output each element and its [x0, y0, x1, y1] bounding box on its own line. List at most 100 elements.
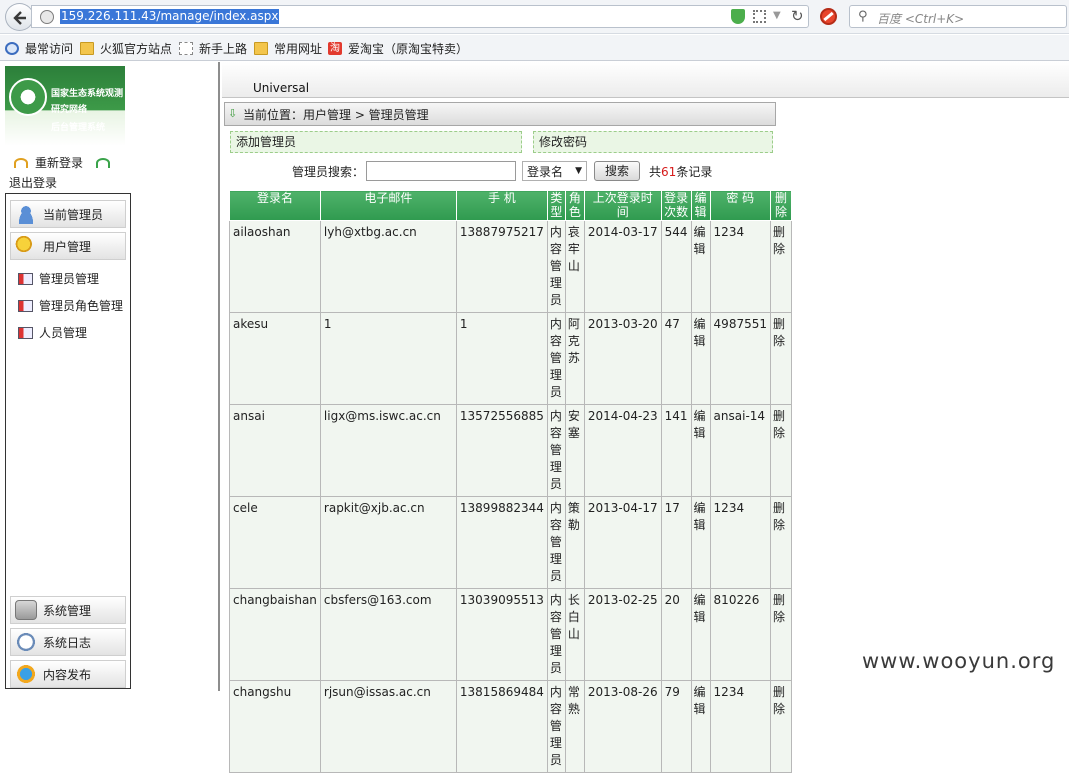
cell-login: changshu	[229, 680, 321, 773]
taobao-icon: 淘	[328, 42, 342, 55]
table-row: ansai ligx@ms.iswc.ac.cn 13572556885 内容管…	[229, 404, 792, 497]
menu-content-publish[interactable]: 内容发布	[10, 660, 126, 688]
edit-link[interactable]: 编辑	[690, 220, 711, 313]
cell-login-count: 17	[660, 496, 692, 589]
logout-link[interactable]: 退出登录	[9, 174, 57, 191]
magnifier-icon	[5, 42, 19, 55]
search-button[interactable]: 搜索	[594, 161, 641, 181]
back-button[interactable]	[5, 3, 34, 31]
cell-phone: 13039095513	[455, 588, 548, 681]
user-icon	[15, 204, 37, 224]
bookmark-ai-taobao[interactable]: 淘 爱淘宝（原淘宝特卖）	[328, 40, 468, 57]
delete-link[interactable]: 删除	[770, 404, 792, 497]
logout-icon[interactable]	[96, 157, 111, 168]
table-header-row: 登录名 电子邮件 手 机 类型 角色 上次登录时间 登录次数 编辑 密 码 删除	[229, 190, 792, 221]
edit-link[interactable]: 编辑	[690, 588, 711, 681]
cell-login-count: 20	[660, 588, 692, 681]
edit-link[interactable]: 编辑	[690, 680, 711, 773]
bookmark-common-sites[interactable]: 常用网址	[254, 40, 322, 57]
change-password-link[interactable]: 修改密码	[533, 131, 773, 153]
count-prefix: 共	[649, 164, 662, 179]
sidebar-item-admin-management[interactable]: 管理员管理	[18, 270, 99, 287]
count-number: 61	[661, 164, 677, 179]
sidebar-item-personnel-management[interactable]: 人员管理	[18, 324, 87, 341]
cell-email: 1	[319, 312, 457, 405]
browser-toolbar: 159.226.111.43/manage/index.aspx ▼ ↻ ⚲ 百…	[0, 0, 1069, 34]
cell-email: lyh@xtbg.ac.cn	[319, 220, 457, 313]
menu-system-log[interactable]: 系统日志	[10, 628, 126, 656]
url-text[interactable]: 159.226.111.43/manage/index.aspx	[60, 9, 280, 24]
header-email[interactable]: 电子邮件	[319, 190, 457, 221]
menu-label: 内容发布	[43, 667, 92, 682]
record-count: 共61条记录	[649, 163, 712, 180]
header-last-login[interactable]: 上次登录时间	[583, 190, 662, 221]
menu-current-admin[interactable]: 当前管理员	[10, 200, 126, 228]
cell-last-login: 2013-03-20	[583, 312, 662, 405]
menu-label: 系统管理	[43, 603, 92, 618]
delete-link[interactable]: 删除	[770, 220, 792, 313]
cell-login-count: 47	[660, 312, 692, 405]
bookmark-firefox-site[interactable]: 火狐官方站点	[80, 40, 172, 57]
header-phone[interactable]: 手 机	[455, 190, 548, 221]
cell-role: 哀牢山	[564, 220, 585, 313]
select-value: 登录名	[527, 164, 564, 179]
relogin-icon[interactable]	[14, 157, 28, 168]
header-role[interactable]: 角色	[564, 190, 585, 221]
cell-phone: 13887975217	[455, 220, 548, 313]
folder-icon	[80, 42, 94, 55]
folder-icon	[254, 42, 268, 55]
delete-link[interactable]: 删除	[770, 496, 792, 589]
dropdown-icon[interactable]: ▼	[773, 10, 781, 21]
admin-search-row: 管理员搜索： 登录名 ▼ 搜索 共61条记录	[292, 159, 712, 183]
cell-email: cbsfers@163.com	[319, 588, 457, 681]
tab-universal[interactable]: Universal	[253, 81, 309, 95]
url-bar[interactable]: 159.226.111.43/manage/index.aspx ▼ ↻	[31, 5, 809, 28]
cell-type: 内容管理员	[546, 496, 566, 589]
edit-link[interactable]: 编辑	[690, 496, 711, 589]
cell-role: 常熟	[564, 680, 585, 773]
cell-email: ligx@ms.iswc.ac.cn	[319, 404, 457, 497]
header-login-count[interactable]: 登录次数	[660, 190, 692, 221]
bookmark-getting-started[interactable]: 新手上路	[179, 40, 247, 57]
breadcrumb: ⇩ 当前位置：用户管理 > 管理员管理	[224, 102, 776, 126]
log-clock-icon	[15, 632, 37, 652]
cell-type: 内容管理员	[546, 404, 566, 497]
logo-text: 研究网络	[51, 105, 88, 115]
globe-publish-icon	[15, 664, 37, 684]
delete-link[interactable]: 删除	[770, 312, 792, 405]
id-card-icon	[18, 326, 33, 339]
sidebar-item-label: 人员管理	[39, 326, 88, 340]
search-input[interactable]: ⚲ 百度 <Ctrl+K>	[849, 5, 1067, 28]
sidebar: 国家生态系统观测 研究网络 后台管理系统 重新登录 退出登录 当前管理员 用户管…	[0, 62, 220, 691]
add-admin-link[interactable]: 添加管理员	[230, 131, 522, 153]
edit-link[interactable]: 编辑	[690, 404, 711, 497]
delete-link[interactable]: 删除	[770, 680, 792, 773]
noscript-icon[interactable]	[820, 8, 837, 25]
header-login[interactable]: 登录名	[229, 190, 321, 221]
reload-icon[interactable]: ↻	[791, 7, 804, 25]
bookmark-most-visited[interactable]: 最常访问	[5, 40, 73, 57]
cell-password: 1234	[709, 680, 772, 773]
header-type[interactable]: 类型	[546, 190, 566, 221]
menu-user-management[interactable]: 用户管理	[10, 232, 126, 260]
qr-code-icon[interactable]	[753, 10, 766, 23]
admin-search-input[interactable]	[366, 161, 517, 181]
delete-link[interactable]: 删除	[770, 588, 792, 681]
edit-link[interactable]: 编辑	[690, 312, 711, 405]
cell-last-login: 2013-04-17	[583, 496, 662, 589]
arrow-down-icon: ⇩	[228, 107, 238, 120]
table-row: changshu rjsun@issas.ac.cn 13815869484 内…	[229, 680, 792, 773]
bookmark-label: 爱淘宝（原淘宝特卖）	[348, 42, 469, 56]
search-field-select[interactable]: 登录名 ▼	[522, 161, 588, 181]
cell-phone: 13815869484	[455, 680, 548, 773]
cell-login: akesu	[229, 312, 321, 405]
count-suffix: 条记录	[676, 164, 713, 179]
bookmark-label: 常用网址	[274, 42, 323, 56]
sidebar-item-admin-role-management[interactable]: 管理员角色管理	[18, 297, 123, 314]
relogin-link[interactable]: 重新登录	[35, 154, 83, 171]
header-password[interactable]: 密 码	[709, 190, 772, 221]
cell-phone: 1	[455, 312, 548, 405]
menu-system-management[interactable]: 系统管理	[10, 596, 126, 624]
shield-icon[interactable]	[731, 9, 745, 24]
bookmark-label: 火狐官方站点	[100, 42, 173, 56]
